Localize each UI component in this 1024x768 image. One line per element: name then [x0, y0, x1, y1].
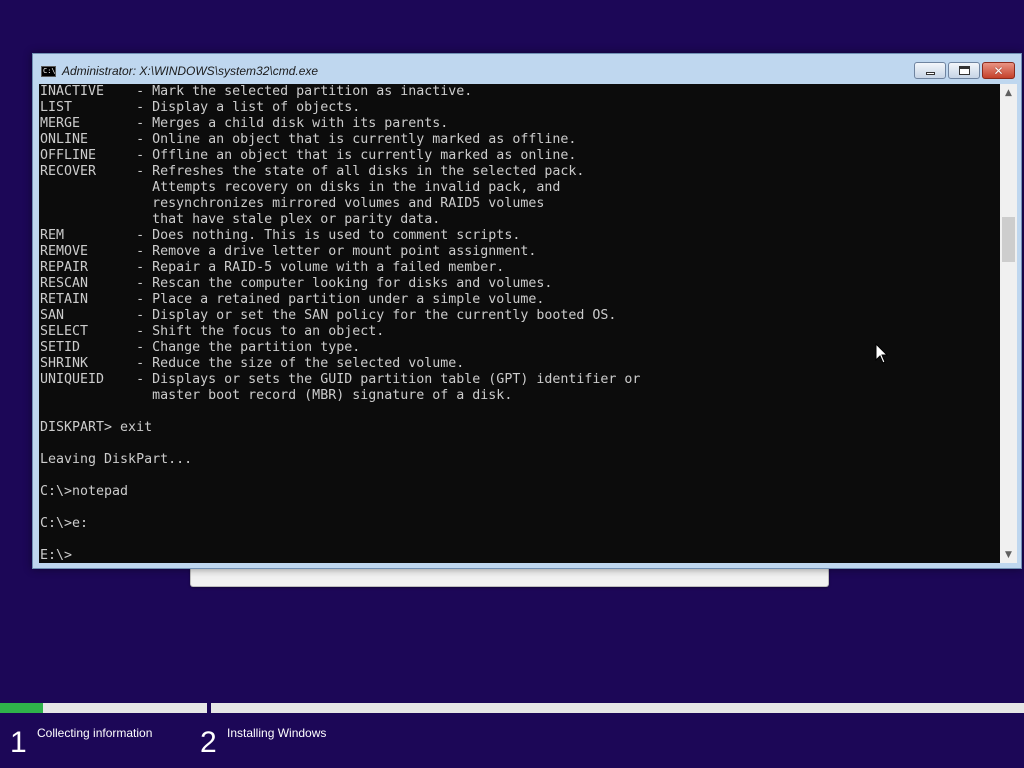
console-line: MERGE - Merges a child disk with its par… [40, 116, 449, 131]
minimize-button[interactable] [914, 62, 946, 79]
scroll-up-arrow-icon[interactable]: ▲ [1000, 84, 1017, 101]
console-line: master boot record (MBR) signature of a … [40, 388, 513, 403]
console-line: Leaving DiskPart... [40, 452, 193, 467]
console-line: SHRINK - Reduce the size of the selected… [40, 356, 465, 371]
background-window-edge [190, 566, 829, 587]
scroll-thumb[interactable] [1002, 217, 1015, 262]
console-line: E:\> [40, 548, 73, 563]
title-bar[interactable]: C:\ Administrator: X:\WINDOWS\system32\c… [33, 54, 1021, 84]
vertical-scrollbar[interactable]: ▲ ▼ [1000, 84, 1017, 563]
console-line: REM - Does nothing. This is used to comm… [40, 228, 521, 243]
console-line: C:\>e: [40, 516, 89, 531]
maximize-button[interactable] [948, 62, 980, 79]
cmd-icon[interactable]: C:\ [41, 66, 56, 77]
console-text: INACTIVE - Mark the selected partition a… [39, 84, 1000, 563]
console-line: DISKPART> exit [40, 420, 153, 435]
caption-buttons: ✕ [912, 62, 1015, 80]
console-line: SELECT - Shift the focus to an object. [40, 324, 385, 339]
console-line: Attempts recovery on disks in the invali… [40, 180, 561, 195]
minimize-icon [925, 72, 935, 75]
console-line: REPAIR - Repair a RAID-5 volume with a f… [40, 260, 505, 275]
progress-fill-step-1 [0, 703, 44, 713]
console-line: REMOVE - Remove a drive letter or mount … [40, 244, 537, 259]
step-label: Collecting information [37, 726, 153, 740]
step-number: 1 [10, 726, 27, 759]
mouse-pointer-icon [875, 343, 889, 364]
console-line: resynchronizes mirrored volumes and RAID… [40, 196, 545, 211]
close-button[interactable]: ✕ [982, 62, 1015, 79]
maximize-icon [958, 66, 970, 75]
console-line: that have stale plex or parity data. [40, 212, 441, 227]
console-line: SETID - Change the partition type. [40, 340, 361, 355]
cmd-window[interactable]: C:\ Administrator: X:\WINDOWS\system32\c… [32, 53, 1022, 569]
console-line: OFFLINE - Offline an object that is curr… [40, 148, 577, 163]
close-icon: ✕ [993, 63, 1004, 78]
console-line: C:\>notepad [40, 484, 129, 499]
console-line: UNIQUEID - Displays or sets the GUID par… [40, 372, 641, 387]
console-line: SAN - Display or set the SAN policy for … [40, 308, 617, 323]
progress-track-step-1 [0, 703, 207, 713]
console-line: INACTIVE - Mark the selected partition a… [40, 84, 473, 99]
step-number: 2 [200, 726, 217, 759]
console-output[interactable]: INACTIVE - Mark the selected partition a… [39, 84, 1000, 563]
console-line: ONLINE - Online an object that is curren… [40, 132, 577, 147]
step-label: Installing Windows [227, 726, 327, 740]
scroll-down-arrow-icon[interactable]: ▼ [1000, 546, 1017, 563]
console-line: RECOVER - Refreshes the state of all dis… [40, 164, 585, 179]
window-title: Administrator: X:\WINDOWS\system32\cmd.e… [62, 64, 319, 78]
console-line: LIST - Display a list of objects. [40, 100, 361, 115]
console-line: RETAIN - Place a retained partition unde… [40, 292, 545, 307]
progress-track-step-2 [211, 703, 1024, 713]
console-line: RESCAN - Rescan the computer looking for… [40, 276, 553, 291]
